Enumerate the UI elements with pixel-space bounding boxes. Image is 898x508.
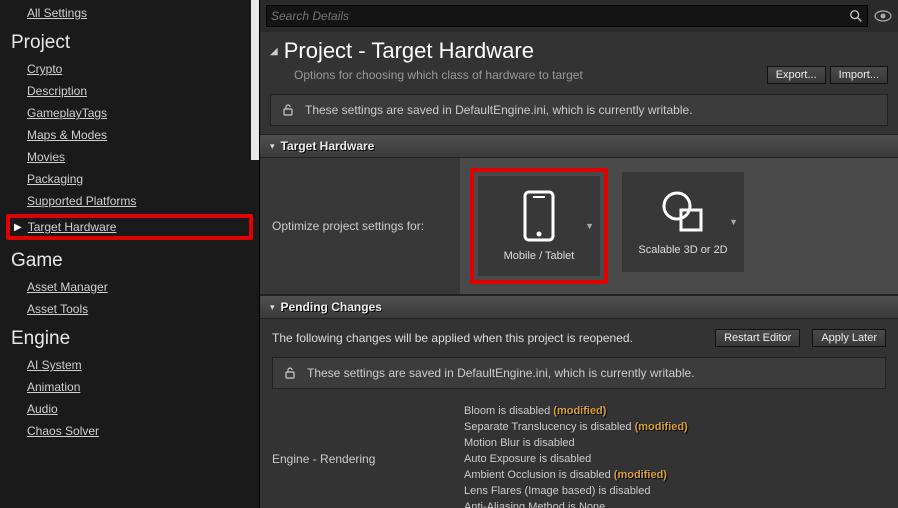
changes-list: Bloom is disabled (modified)Separate Tra… bbox=[460, 403, 898, 508]
hw-card-mobile-highlight: Mobile / Tablet ▼ bbox=[470, 168, 608, 284]
subtitle-row: Options for choosing which class of hard… bbox=[260, 66, 898, 94]
change-line: Ambient Occlusion is disabled (modified) bbox=[464, 467, 894, 483]
hw-card-scalable[interactable]: Scalable 3D or 2D ▼ bbox=[622, 172, 744, 272]
sidebar-item-movies[interactable]: Movies bbox=[0, 146, 259, 168]
caret-right-icon: ▶ bbox=[14, 222, 22, 233]
section-label: Target Hardware bbox=[281, 139, 375, 153]
sidebar-item-description[interactable]: Description bbox=[0, 80, 259, 102]
sidebar-group-game: Game bbox=[0, 242, 259, 276]
title-row: ◢ Project - Target Hardware bbox=[260, 32, 898, 66]
hw-card-scalable-label: Scalable 3D or 2D bbox=[638, 244, 727, 256]
lock-open-icon bbox=[283, 366, 297, 380]
sidebar-item-packaging[interactable]: Packaging bbox=[0, 168, 259, 190]
sidebar-group-project: Project bbox=[0, 24, 259, 58]
sidebar-item-ai-system[interactable]: AI System bbox=[0, 354, 259, 376]
lock-open-icon bbox=[281, 103, 295, 117]
chevron-down-icon: ▼ bbox=[585, 221, 594, 231]
sidebar-group-engine: Engine bbox=[0, 320, 259, 354]
info-banner-inner: These settings are saved in DefaultEngin… bbox=[272, 357, 886, 389]
caret-down-icon: ▾ bbox=[270, 141, 275, 152]
sidebar-item-chaos-solver[interactable]: Chaos Solver bbox=[0, 420, 259, 442]
sidebar-scrollbar[interactable] bbox=[251, 0, 259, 160]
page-title: Project - Target Hardware bbox=[284, 38, 534, 64]
search-box[interactable] bbox=[266, 5, 868, 27]
main-panel: ◢ Project - Target Hardware Options for … bbox=[260, 0, 898, 508]
restart-editor-button[interactable]: Restart Editor bbox=[715, 329, 800, 347]
modified-tag: (modified) bbox=[614, 469, 667, 481]
sidebar-item-audio[interactable]: Audio bbox=[0, 398, 259, 420]
caret-down-icon: ▾ bbox=[270, 302, 275, 313]
hw-card-mobile[interactable]: Mobile / Tablet ▼ bbox=[478, 176, 600, 276]
change-line: Anti-Aliasing Method is None bbox=[464, 499, 894, 508]
sidebar-item-supported-platforms[interactable]: Supported Platforms bbox=[0, 190, 259, 212]
info-banner-inner-text: These settings are saved in DefaultEngin… bbox=[307, 366, 695, 380]
change-line: Auto Exposure is disabled bbox=[464, 451, 894, 467]
change-line: Bloom is disabled (modified) bbox=[464, 403, 894, 419]
settings-sidebar: All Settings Project Crypto Description … bbox=[0, 0, 260, 508]
sidebar-item-asset-tools[interactable]: Asset Tools bbox=[0, 298, 259, 320]
hardware-options: Mobile / Tablet ▼ Scalable 3D or 2D ▼ bbox=[460, 158, 898, 294]
change-line: Motion Blur is disabled bbox=[464, 435, 894, 451]
section-header-pending[interactable]: ▾ Pending Changes bbox=[260, 295, 898, 319]
search-icon bbox=[849, 9, 863, 23]
hw-card-mobile-label: Mobile / Tablet bbox=[504, 250, 575, 262]
search-input[interactable] bbox=[271, 9, 849, 23]
sidebar-item-maps-modes[interactable]: Maps & Modes bbox=[0, 124, 259, 146]
change-line: Lens Flares (Image based) is disabled bbox=[464, 483, 894, 499]
chevron-down-icon: ▼ bbox=[729, 217, 738, 227]
sidebar-item-asset-manager[interactable]: Asset Manager bbox=[0, 276, 259, 298]
change-line: Separate Translucency is disabled (modif… bbox=[464, 419, 894, 435]
eye-icon[interactable] bbox=[874, 7, 892, 25]
sidebar-item-target-hardware[interactable]: ▶ Target Hardware bbox=[6, 214, 253, 240]
sidebar-item-animation[interactable]: Animation bbox=[0, 376, 259, 398]
modified-tag: (modified) bbox=[553, 405, 606, 417]
sidebar-all-settings[interactable]: All Settings bbox=[0, 0, 259, 24]
target-hardware-row: Optimize project settings for: Mobile / … bbox=[260, 158, 898, 295]
phone-icon bbox=[523, 190, 555, 242]
apply-later-button[interactable]: Apply Later bbox=[812, 329, 886, 347]
modified-tag: (modified) bbox=[635, 421, 688, 433]
export-button[interactable]: Export... bbox=[767, 66, 826, 84]
optimize-label: Optimize project settings for: bbox=[260, 158, 460, 294]
changes-group-label: Engine - Rendering bbox=[260, 403, 460, 508]
sidebar-item-crypto[interactable]: Crypto bbox=[0, 58, 259, 80]
scalable-icon bbox=[659, 188, 707, 236]
page-subtitle: Options for choosing which class of hard… bbox=[294, 68, 763, 82]
pending-text: The following changes will be applied wh… bbox=[272, 331, 703, 345]
section-header-target-hardware[interactable]: ▾ Target Hardware bbox=[260, 134, 898, 158]
info-banner: These settings are saved in DefaultEngin… bbox=[270, 94, 888, 126]
info-banner-text: These settings are saved in DefaultEngin… bbox=[305, 103, 693, 117]
collapse-caret-icon[interactable]: ◢ bbox=[270, 46, 278, 57]
changes-row: Engine - Rendering Bloom is disabled (mo… bbox=[260, 399, 898, 508]
section-label: Pending Changes bbox=[281, 300, 382, 314]
import-button[interactable]: Import... bbox=[830, 66, 888, 84]
search-row bbox=[260, 0, 898, 32]
hw-card-scalable-wrap: Scalable 3D or 2D ▼ bbox=[618, 168, 748, 284]
pending-body: The following changes will be applied wh… bbox=[260, 319, 898, 357]
sidebar-item-gameplaytags[interactable]: GameplayTags bbox=[0, 102, 259, 124]
